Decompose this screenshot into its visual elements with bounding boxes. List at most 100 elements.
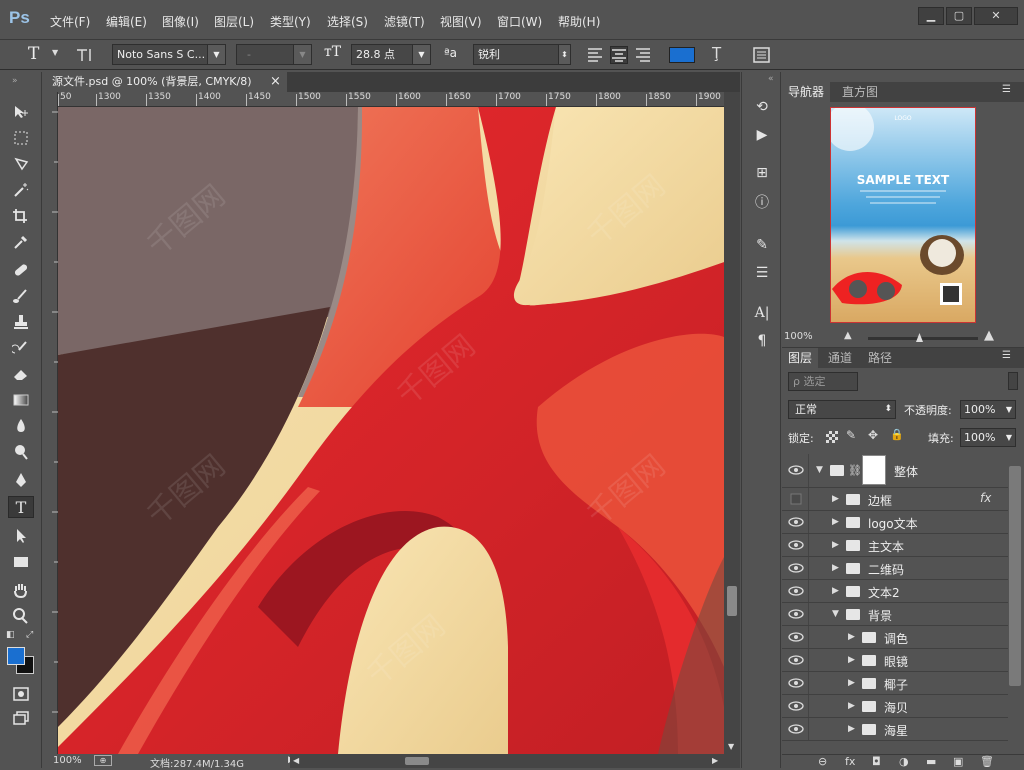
align-right-icon[interactable] (634, 46, 652, 64)
visibility-eye-icon[interactable] (788, 538, 804, 552)
visibility-off-icon[interactable] (788, 492, 804, 506)
lasso-tool-icon[interactable] (8, 152, 34, 174)
opacity-input[interactable]: 100% ▼ (960, 400, 1016, 419)
expand-group-icon[interactable]: ▶ (848, 724, 855, 734)
gradient-tool-icon[interactable] (8, 388, 34, 410)
type-tool-icon[interactable]: T (8, 496, 34, 518)
align-center-icon[interactable] (610, 46, 628, 64)
vertical-scroll-thumb[interactable] (727, 586, 737, 616)
tab-paths[interactable]: 路径 (862, 348, 898, 368)
eyedropper-tool-icon[interactable] (8, 230, 34, 252)
layers-scroll-thumb[interactable] (1009, 466, 1021, 686)
expand-group-icon[interactable]: ▶ (848, 678, 855, 688)
menu-item-8[interactable]: 窗口(W) (497, 13, 542, 30)
default-colors-icon[interactable]: ◧ (6, 630, 15, 640)
navigator-thumbnail[interactable]: SAMPLE TEXT LOGO (830, 107, 976, 323)
add-mask-icon[interactable]: ◘ (872, 755, 881, 768)
blur-tool-icon[interactable] (8, 414, 34, 436)
warp-text-icon[interactable]: Ţ (712, 44, 721, 62)
layer-effects-icon[interactable]: fx (980, 491, 991, 505)
delete-layer-icon[interactable]: 🗑 (980, 755, 994, 768)
menu-item-5[interactable]: 选择(S) (327, 13, 368, 30)
expand-group-icon[interactable]: ▶ (832, 540, 839, 550)
info-panel-icon[interactable]: ⓘ (750, 192, 774, 214)
expand-panels-icon[interactable]: « (768, 74, 774, 84)
layer-row[interactable]: ▶ logo文本 (782, 511, 1008, 534)
visibility-eye-icon[interactable] (788, 653, 804, 667)
move-tool-icon[interactable] (8, 100, 34, 122)
history-panel-icon[interactable]: ⟲ (750, 96, 774, 118)
zoom-out-icon[interactable]: ▲ (844, 330, 852, 341)
lock-all-icon[interactable]: 🔒 (890, 428, 904, 441)
layer-row[interactable]: ▶ 文本2 (782, 580, 1008, 603)
horizontal-scrollbar[interactable]: ◀ ▶ (290, 754, 740, 768)
layer-row[interactable]: ▶ 眼镜 (782, 649, 1008, 672)
pen-tool-icon[interactable] (8, 468, 34, 490)
layer-row[interactable]: ▶ 调色 (782, 626, 1008, 649)
layer-row[interactable]: ▶ 主文本 (782, 534, 1008, 557)
expand-group-icon[interactable]: ▶ (832, 586, 839, 596)
visibility-eye-icon[interactable] (788, 561, 804, 575)
minimize-button[interactable]: ▁ (918, 7, 944, 25)
properties-panel-icon[interactable]: ⊞ (750, 162, 774, 184)
layer-mask-thumbnail[interactable] (862, 455, 886, 485)
menu-item-2[interactable]: 图像(I) (162, 13, 199, 30)
preset-chevron-icon[interactable]: ▼ (52, 48, 58, 57)
new-group-icon[interactable]: ▬ (926, 755, 936, 768)
visibility-eye-icon[interactable] (788, 463, 804, 477)
layer-row[interactable]: ▶ 边框 fx (782, 488, 1008, 511)
panel-menu-icon[interactable]: ☰ (1002, 350, 1011, 361)
close-window-button[interactable]: ✕ (974, 7, 1018, 25)
layer-row[interactable]: ▶ 海星 (782, 718, 1008, 741)
clone-stamp-tool-icon[interactable] (8, 310, 34, 332)
visibility-eye-icon[interactable] (788, 630, 804, 644)
character-panel-icon[interactable]: A| (750, 302, 774, 324)
add-style-icon[interactable]: fx (845, 755, 855, 768)
scroll-down-icon[interactable]: ▼ (728, 742, 734, 751)
zoom-slider[interactable] (868, 337, 978, 340)
status-zoom[interactable]: 100% (53, 755, 82, 766)
brush-tool-icon[interactable] (8, 284, 34, 306)
character-panel-icon[interactable] (752, 46, 772, 64)
expand-group-icon[interactable]: ▶ (832, 563, 839, 573)
tab-channels[interactable]: 通道 (822, 348, 858, 368)
font-style-select[interactable]: - ▼ (236, 44, 312, 65)
expand-group-icon[interactable]: ▶ (832, 494, 839, 504)
visibility-eye-icon[interactable] (788, 584, 804, 598)
collapse-group-icon[interactable]: ▼ (832, 609, 839, 619)
link-chain-icon[interactable]: ⛓ (848, 464, 862, 477)
visibility-eye-icon[interactable] (788, 699, 804, 713)
lock-position-icon[interactable]: ✥ (868, 428, 878, 442)
filter-toggle[interactable] (1008, 372, 1018, 390)
tab-layers[interactable]: 图层 (782, 348, 819, 368)
brush-panel-icon[interactable]: ☰ (750, 262, 774, 284)
link-layers-icon[interactable]: ⊖ (818, 755, 827, 768)
menu-item-6[interactable]: 滤镜(T) (384, 13, 425, 30)
history-brush-tool-icon[interactable] (8, 336, 34, 358)
layer-row[interactable]: ▶ 海贝 (782, 695, 1008, 718)
layer-filter-select[interactable]: ρ 选定 (788, 372, 858, 391)
close-tab-icon[interactable]: × (270, 72, 281, 92)
align-left-icon[interactable] (586, 46, 604, 64)
tab-histogram[interactable]: 直方图 (836, 82, 884, 102)
new-layer-icon[interactable]: ▣ (953, 755, 963, 768)
visibility-eye-icon[interactable] (788, 515, 804, 529)
scroll-right-icon[interactable]: ▶ (712, 756, 718, 765)
text-orientation-icon[interactable] (74, 46, 94, 64)
layer-row[interactable]: ▼ 背景 (782, 603, 1008, 626)
text-color-swatch[interactable] (669, 47, 695, 63)
menu-item-9[interactable]: 帮助(H) (558, 13, 600, 30)
actions-panel-icon[interactable]: ▶ (750, 124, 774, 146)
visibility-eye-icon[interactable] (788, 676, 804, 690)
swap-colors-icon[interactable]: ⤢ (26, 630, 33, 640)
scroll-left-icon[interactable]: ◀ (293, 756, 299, 765)
type-tool-preset[interactable]: T (28, 44, 39, 64)
menu-item-1[interactable]: 编辑(E) (106, 13, 147, 30)
blend-mode-select[interactable]: 正常 ⬍ (788, 400, 896, 419)
screen-mode-icon[interactable] (8, 706, 34, 728)
foreground-color-swatch[interactable] (7, 647, 25, 665)
maximize-button[interactable]: ▢ (946, 7, 972, 25)
status-share-icon[interactable]: ⊕ (94, 755, 112, 766)
visibility-eye-icon[interactable] (788, 607, 804, 621)
crop-tool-icon[interactable] (8, 204, 34, 226)
